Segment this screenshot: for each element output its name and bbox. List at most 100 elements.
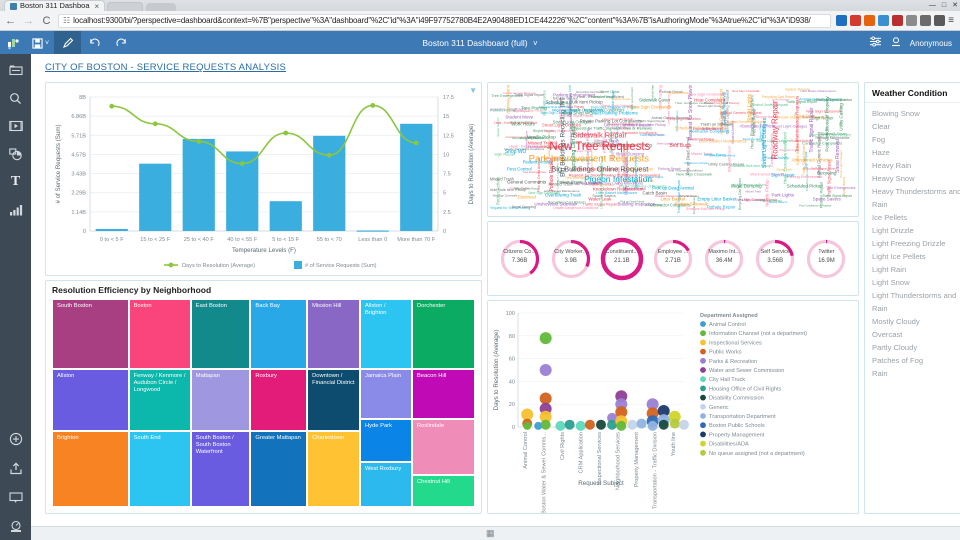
browser-menu-icon[interactable]: ≡ (948, 15, 954, 26)
dashboard-title-container[interactable]: Boston 311 Dashboard (full) ˅ (0, 38, 960, 48)
wordcloud-word[interactable]: Sidewalk Cover (639, 98, 670, 103)
wordcloud-word[interactable]: Requests for Traffic Signal Studies or R… (570, 125, 652, 130)
chevron-down-icon[interactable]: ˅ (533, 39, 538, 48)
bar-chart-icon[interactable] (6, 202, 26, 218)
bi-logo-icon[interactable] (0, 31, 27, 55)
wordcloud-word[interactable]: Space Savers (813, 196, 841, 201)
wordcloud-word[interactable]: Sign Repair (771, 173, 795, 178)
wordcloud-word[interactable]: Water Leak (588, 196, 611, 201)
weather-filter-item[interactable]: Fog (872, 133, 960, 146)
wordcloud-word[interactable]: Unsafe Dangerous Conditions (553, 206, 598, 210)
wordcloud-word[interactable]: Pest Control (507, 166, 532, 171)
kpi-gauge[interactable]: City Worker... 3.9B (548, 236, 594, 282)
wordcloud-word[interactable]: Recycling Cart Return (762, 95, 795, 99)
weather-filter-item[interactable]: Partly Cloudy (872, 341, 960, 354)
extension-icon-l[interactable] (892, 15, 904, 26)
wordcloud-word[interactable]: Highway Maintenance (506, 85, 511, 113)
treemap-cell[interactable]: Boston (128, 299, 191, 369)
settings-icon[interactable] (869, 36, 882, 50)
treemap-cell[interactable]: Greater Mattapan (250, 431, 308, 507)
extension-icon-m[interactable] (850, 15, 862, 26)
reload-icon[interactable]: C (40, 15, 53, 27)
address-bar[interactable]: ☷ localhost:9300/bi/?perspective=dashboa… (58, 13, 832, 28)
wordcloud-word[interactable]: Roadway Repair (771, 101, 780, 160)
treemap-cell[interactable]: Beacon Hill (411, 368, 475, 419)
page-info-icon[interactable]: ☷ (63, 16, 70, 25)
wordcloud-word[interactable]: Traffic Signal Repair (826, 159, 831, 197)
wordcloud-word[interactable]: General Comments (507, 179, 546, 184)
maximize-button[interactable]: □ (942, 2, 946, 9)
wordcloud-word[interactable]: Traffic Signal Repair (638, 119, 665, 123)
wordcloud-word[interactable]: Shop WO (505, 149, 527, 155)
forward-icon[interactable]: → (22, 15, 35, 27)
treemap-cell[interactable]: West Roxbury (359, 462, 412, 507)
close-icon[interactable]: × (95, 2, 100, 11)
treemap-cell[interactable]: Chestnut Hill (411, 474, 475, 507)
treemap-cell[interactable]: Dorchester (411, 299, 475, 369)
treemap-cell[interactable]: South End (128, 431, 191, 507)
wordcloud-word[interactable]: Trash on Sidewalk (701, 121, 734, 126)
wordcloud-word[interactable]: Needle Pickup (764, 179, 769, 206)
wordcloud-word[interactable]: Litter Basket Maintenance (800, 89, 836, 93)
user-avatar-icon[interactable] (891, 36, 901, 50)
wordcloud-word[interactable]: Heat - Excessive Insufficient (668, 169, 703, 172)
filter-icon[interactable]: ▼ (469, 86, 477, 95)
wordcloud-word[interactable]: Scheduled Pickup (787, 183, 823, 188)
wordcloud-word[interactable]: Traffic Signal Repair (809, 108, 815, 153)
weather-filter-item[interactable]: Heavy Thunderstorms and Rain (872, 185, 960, 211)
wordcloud-word[interactable]: Knockdown Replacement (593, 187, 644, 192)
wordcloud-word[interactable]: Needle Pickup (527, 134, 556, 139)
treemap-cell[interactable]: Allston / Brighton (359, 299, 412, 369)
save-button[interactable]: ˅ (27, 31, 54, 55)
wordcloud-word[interactable]: Contractor Complaints (709, 155, 735, 158)
wordcloud-word[interactable]: Missed Trash (528, 141, 555, 146)
edit-button[interactable] (54, 31, 81, 55)
wordcloud-word[interactable]: Overflowing Trash (545, 192, 581, 197)
wordcloud-word[interactable]: Parking Enforcement (553, 93, 595, 98)
wordcloud-word[interactable]: Electrical (517, 195, 535, 200)
wordcloud-container[interactable]: Rodent Activity Heat - Excessive Insuffic… (490, 85, 856, 214)
back-icon[interactable]: ← (4, 15, 17, 27)
kpi-gauge[interactable]: Citizens Co... 7.36B (497, 236, 543, 282)
grid-view-icon[interactable]: ▦ (486, 528, 495, 539)
wordcloud-word[interactable]: Missed Trash (745, 191, 761, 194)
wordcloud-word[interactable]: Broken Sidewalk (675, 201, 709, 206)
treemap-cell[interactable]: Mattapan (190, 368, 251, 432)
wordcloud-word[interactable]: Pick up Dead Animal (652, 186, 694, 191)
wordcloud-word[interactable]: Abandoned Vehicles (792, 157, 833, 162)
browser-tab[interactable]: Boston 311 Dashboa × (4, 0, 106, 11)
add-icon[interactable] (6, 431, 26, 447)
wordcloud-word[interactable]: Graffiti Removal (722, 92, 727, 124)
wordcloud-word[interactable]: Rodent Activity (523, 160, 553, 165)
wordcloud-word[interactable]: Utility Casting (839, 103, 844, 131)
weather-filter-item[interactable]: Light Freezing Drizzle (872, 237, 960, 250)
weather-filter-item[interactable]: Heavy Snow (872, 172, 960, 185)
wordcloud-word[interactable]: Contractor Complaints (690, 129, 730, 134)
wordcloud-word[interactable]: Mice Infestation - Residential (552, 107, 603, 112)
wordcloud-word[interactable]: Catch Basin (643, 191, 667, 196)
wordcloud-word[interactable]: Utility Casting Repair (514, 188, 539, 191)
redo-button[interactable] (108, 31, 135, 55)
weather-filter-item[interactable]: Light Snow (872, 276, 960, 289)
upload-icon[interactable] (6, 460, 26, 476)
combo-chart-svg[interactable]: 0 1.14B 2.29B 3.43B 4.57B 5.71B 6.86B 8B 0 2.5 5 7.… (46, 83, 483, 275)
extension-icon-g[interactable] (906, 15, 918, 26)
treemap-cell[interactable]: Brighton (52, 431, 129, 507)
wordcloud-word[interactable]: Missed Trash (777, 169, 792, 172)
weather-filter-item[interactable]: Blowing Snow (872, 107, 960, 120)
wordcloud-word[interactable]: Rodent Activity (496, 177, 501, 205)
treemap-cell[interactable]: South Boston (52, 299, 129, 369)
weather-filter-item[interactable]: Ice Pellets (872, 211, 960, 224)
wordcloud-word[interactable]: Snow Removal (835, 139, 841, 173)
wordcloud-word[interactable]: Sidewalk Cover (726, 145, 731, 172)
wordcloud-word[interactable]: Recycling Cart Return (667, 117, 700, 121)
wordcloud-word[interactable]: Animal Noise (690, 137, 714, 142)
search-icon[interactable] (6, 90, 26, 106)
wordcloud-word[interactable]: Building Inspection (618, 201, 656, 206)
wordcloud-word[interactable]: Sign Repair (812, 115, 833, 120)
treemap-cell[interactable]: Back Bay (250, 299, 308, 369)
window-close-button[interactable]: ✕ (952, 1, 958, 9)
wordcloud-word[interactable]: Heat Complaint (694, 98, 725, 103)
wordcloud-word[interactable]: Private Parking Lot Complaints (580, 119, 642, 124)
wordcloud-word[interactable]: Street Lights (747, 94, 753, 122)
